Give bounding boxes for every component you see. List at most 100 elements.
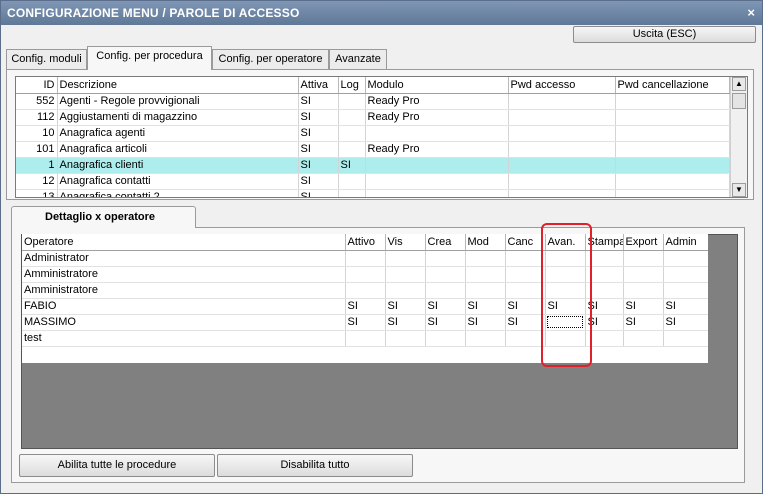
procedures-scrollbar[interactable]: ▲ ▼ — [730, 77, 747, 197]
col-header-id[interactable]: ID — [16, 77, 58, 94]
table-row[interactable]: 13 Anagrafica contatti 2 SI — [16, 189, 730, 197]
col-header-attiva[interactable]: Attiva — [298, 77, 339, 94]
operator-row[interactable]: Amministratore — [22, 282, 708, 299]
cell-permission[interactable] — [465, 250, 506, 267]
cell-log[interactable] — [338, 141, 366, 158]
cell-modulo[interactable]: Ready Pro — [365, 93, 509, 110]
col-header-admin[interactable]: Admin — [663, 234, 708, 251]
cell-operatore[interactable]: MASSIMO — [22, 314, 346, 331]
operator-row[interactable]: test — [22, 330, 708, 347]
cell-descrizione[interactable]: Aggiustamenti di magazzino — [57, 109, 299, 126]
exit-button[interactable]: Uscita (ESC) — [573, 26, 756, 43]
table-row[interactable]: 101 Anagrafica articoli SI Ready Pro — [16, 141, 730, 158]
cell-pwd-accesso[interactable] — [508, 189, 616, 197]
cell-permission[interactable]: SI — [385, 314, 426, 331]
col-header-attivo[interactable]: Attivo — [345, 234, 386, 251]
scroll-down-icon[interactable]: ▼ — [732, 183, 746, 197]
cell-modulo[interactable] — [365, 173, 509, 190]
cell-permission[interactable]: SI — [465, 298, 506, 315]
cell-permission[interactable] — [505, 266, 546, 283]
cell-descrizione[interactable]: Anagrafica contatti — [57, 173, 299, 190]
cell-operatore[interactable]: FABIO — [22, 298, 346, 315]
cell-id[interactable]: 101 — [16, 141, 58, 158]
cell-permission[interactable] — [663, 282, 708, 299]
cell-pwd-cancellazione[interactable] — [615, 93, 730, 110]
cell-log[interactable] — [338, 125, 366, 142]
col-header-vis[interactable]: Vis — [385, 234, 426, 251]
cell-pwd-cancellazione[interactable] — [615, 189, 730, 197]
table-row[interactable]: 1 Anagrafica clienti SI SI — [16, 157, 730, 174]
cell-descrizione[interactable]: Anagrafica contatti 2 — [57, 189, 299, 197]
cell-id[interactable]: 12 — [16, 173, 58, 190]
cell-pwd-cancellazione[interactable] — [615, 157, 730, 174]
cell-log[interactable] — [338, 93, 366, 110]
cell-permission[interactable] — [663, 266, 708, 283]
table-row[interactable]: 112 Aggiustamenti di magazzino SI Ready Pro — [16, 109, 730, 126]
cell-log[interactable] — [338, 109, 366, 126]
col-header-log[interactable]: Log — [338, 77, 366, 94]
cell-modulo[interactable]: Ready Pro — [365, 141, 509, 158]
cell-permission[interactable] — [623, 282, 664, 299]
tab-dettaglio-operatore[interactable]: Dettaglio x operatore — [11, 206, 196, 228]
col-header-pwd-accesso[interactable]: Pwd accesso — [508, 77, 616, 94]
cell-pwd-accesso[interactable] — [508, 93, 616, 110]
cell-permission[interactable] — [505, 282, 546, 299]
cell-permission[interactable]: SI — [425, 298, 466, 315]
col-header-operatore[interactable]: Operatore — [22, 234, 346, 251]
col-header-canc[interactable]: Canc — [505, 234, 546, 251]
operator-row[interactable]: FABIO SI SI SI SI SI SI SI SI SI — [22, 298, 708, 315]
cell-permission[interactable] — [623, 330, 664, 347]
cell-permission[interactable]: SI — [585, 314, 624, 331]
cell-log[interactable]: SI — [338, 157, 366, 174]
cell-permission[interactable] — [545, 266, 586, 283]
cell-permission[interactable] — [425, 266, 466, 283]
cell-permission[interactable] — [385, 282, 426, 299]
table-row[interactable]: 552 Agenti - Regole provvigionali SI Ready … — [16, 93, 730, 110]
close-icon[interactable]: × — [747, 5, 755, 20]
cell-operatore[interactable]: Amministratore — [22, 266, 346, 283]
cell-attiva[interactable]: SI — [298, 173, 339, 190]
cell-log[interactable] — [338, 189, 366, 197]
tab-config-operatore[interactable]: Config. per operatore — [212, 49, 329, 69]
cell-pwd-cancellazione[interactable] — [615, 173, 730, 190]
cell-permission[interactable]: SI — [623, 298, 664, 315]
cell-pwd-accesso[interactable] — [508, 141, 616, 158]
col-header-avan[interactable]: Avan. — [545, 234, 586, 251]
cell-descrizione[interactable]: Agenti - Regole provvigionali — [57, 93, 299, 110]
cell-permission[interactable]: SI — [505, 314, 546, 331]
cell-pwd-accesso[interactable] — [508, 125, 616, 142]
cell-permission[interactable] — [465, 282, 506, 299]
cell-permission[interactable] — [545, 330, 586, 347]
cell-attiva[interactable]: SI — [298, 125, 339, 142]
cell-permission[interactable] — [623, 250, 664, 267]
col-header-descrizione[interactable]: Descrizione — [57, 77, 299, 94]
operator-row[interactable]: Administrator — [22, 250, 708, 267]
cell-pwd-cancellazione[interactable] — [615, 125, 730, 142]
cell-permission[interactable] — [663, 250, 708, 267]
cell-pwd-accesso[interactable] — [508, 109, 616, 126]
tab-config-procedura[interactable]: Config. per procedura — [87, 46, 212, 70]
cell-permission[interactable] — [465, 330, 506, 347]
cell-pwd-cancellazione[interactable] — [615, 141, 730, 158]
cell-permission[interactable] — [425, 282, 466, 299]
cell-permission[interactable]: SI — [465, 314, 506, 331]
cell-id[interactable]: 552 — [16, 93, 58, 110]
cell-permission[interactable]: SI — [545, 298, 586, 315]
cell-permission[interactable] — [505, 330, 546, 347]
cell-permission[interactable] — [545, 282, 586, 299]
cell-pwd-cancellazione[interactable] — [615, 109, 730, 126]
cell-attiva[interactable]: SI — [298, 109, 339, 126]
cell-modulo[interactable] — [365, 125, 509, 142]
cell-modulo[interactable]: Ready Pro — [365, 109, 509, 126]
cell-permission[interactable] — [345, 250, 386, 267]
cell-permission[interactable] — [545, 314, 586, 331]
operator-row[interactable]: Amministratore — [22, 266, 708, 283]
col-header-modulo[interactable]: Modulo — [365, 77, 509, 94]
cell-permission[interactable]: SI — [505, 298, 546, 315]
cell-operatore[interactable]: Administrator — [22, 250, 346, 267]
cell-permission[interactable] — [585, 330, 624, 347]
cell-permission[interactable] — [585, 282, 624, 299]
cell-operatore[interactable]: Amministratore — [22, 282, 346, 299]
cell-permission[interactable] — [385, 330, 426, 347]
table-row[interactable]: 12 Anagrafica contatti SI — [16, 173, 730, 190]
